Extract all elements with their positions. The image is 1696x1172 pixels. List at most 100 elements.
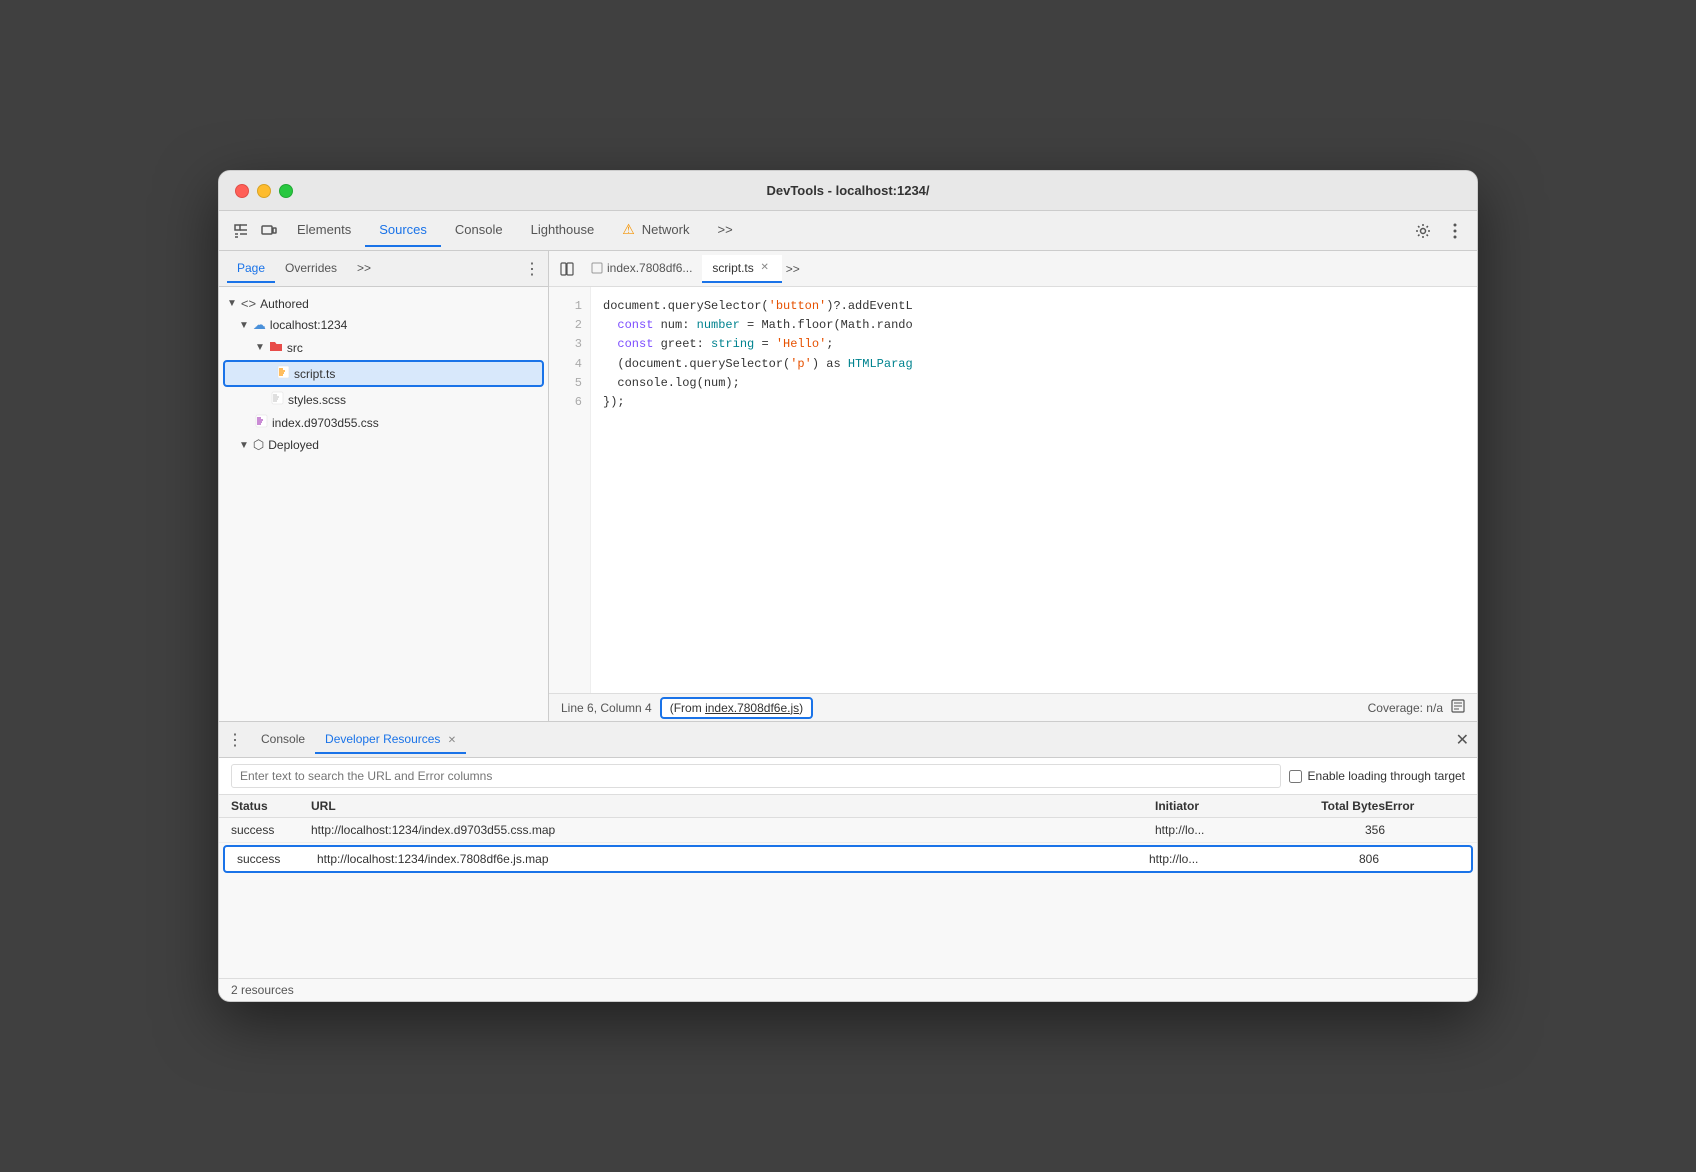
tree-localhost[interactable]: ▼ ☁ localhost:1234 [219,314,548,336]
tree-script-ts[interactable]: script.ts [223,360,544,387]
tree-styles-scss[interactable]: styles.scss [219,388,548,411]
table-row-js[interactable]: success http://localhost:1234/index.7808… [223,845,1473,873]
file-tree: ▼ <> Authored ▼ ☁ localhost:1234 ▼ src [219,287,548,721]
tree-authored-group[interactable]: ▼ <> Authored [219,293,548,314]
tree-icon-deployed: ⬡ [253,437,264,453]
editor-tab-script-label: script.ts [712,261,753,275]
bottom-panel-menu[interactable]: ⋮ [227,730,243,750]
maximize-button[interactable] [279,184,293,198]
tab-sources[interactable]: Sources [365,214,441,247]
status-right: Coverage: n/a [1368,699,1465,716]
tree-icon-authored: <> [241,296,256,311]
code-line-4: (document.querySelector('p') as HTMLPara… [603,355,1465,374]
tab-elements[interactable]: Elements [283,214,365,247]
row2-error [1379,852,1459,866]
sidebar-tab-more[interactable]: >> [347,255,381,283]
tree-deployed-group[interactable]: ▼ ⬡ Deployed [219,434,548,456]
editor-tab-index-label: index.7808df6... [607,261,692,275]
tree-label-src: src [287,341,303,355]
devtools-tab-bar: Elements Sources Console Lighthouse ⚠ Ne… [219,211,1477,251]
tree-arrow-src: ▼ [255,342,265,353]
source-map-link[interactable]: index.7808df6e.js [705,701,799,715]
code-line-2: const num: number = Math.floor(Math.rand… [603,316,1465,335]
tree-icon-script-ts [277,365,290,382]
close-bottom-panel[interactable]: ✕ [1456,730,1469,750]
editor-tabs-more[interactable]: >> [786,262,800,276]
editor-tab-script-close[interactable]: ✕ [758,261,772,275]
row2-initiator: http://lo... [1149,852,1269,866]
tree-label-index-css: index.d9703d55.css [272,416,379,430]
tree-index-css[interactable]: index.d9703d55.css [219,411,548,434]
tree-label-authored: Authored [260,297,309,311]
tree-arrow-deployed: ▼ [239,440,249,451]
line-numbers: 1 2 3 4 5 6 [549,287,591,693]
devtools-menu-button[interactable] [1441,217,1469,245]
col-error: Error [1385,799,1465,813]
tab-console[interactable]: Console [441,214,517,247]
device-toolbar-button[interactable] [255,217,283,245]
sidebar-tab-page[interactable]: Page [227,255,275,283]
main-content: Page Overrides >> ⋮ ▼ <> Authored [219,251,1477,721]
source-map-label: (From [670,701,705,715]
window-title: DevTools - localhost:1234/ [766,183,929,198]
tree-icon-index-css [255,414,268,431]
close-button[interactable] [235,184,249,198]
editor-tab-bar: index.7808df6... script.ts ✕ >> [549,251,1477,287]
editor-tab-script[interactable]: script.ts ✕ [702,255,781,283]
coverage-label: Coverage: n/a [1368,701,1443,715]
row2-status: success [237,852,317,866]
row2-bytes: 806 [1269,852,1379,866]
tree-arrow-authored: ▼ [227,298,237,309]
sidebar-toggle-button[interactable] [553,255,581,283]
code-area: 1 2 3 4 5 6 document.querySelector('butt… [549,287,1477,693]
code-line-3: const greet: string = 'Hello'; [603,335,1465,354]
row1-error [1385,823,1465,837]
tree-arrow-localhost: ▼ [239,320,249,331]
col-initiator: Initiator [1155,799,1275,813]
inspect-tool-button[interactable] [227,217,255,245]
tree-icon-cloud: ☁ [253,317,266,333]
tree-label-localhost: localhost:1234 [270,318,347,332]
editor-panel: index.7808df6... script.ts ✕ >> 1 2 3 4 … [549,251,1477,721]
settings-button[interactable] [1409,217,1437,245]
code-line-6: }); [603,393,1465,412]
coverage-icon[interactable] [1451,699,1465,716]
col-url: URL [311,799,1155,813]
code-line-1: document.querySelector('button')?.addEve… [603,297,1465,316]
enable-loading-checkbox[interactable] [1289,770,1302,783]
devtools-window: DevTools - localhost:1234/ Elements Sour… [218,170,1478,1002]
tab-more[interactable]: >> [703,214,746,247]
tree-icon-styles-scss [271,391,284,408]
minimize-button[interactable] [257,184,271,198]
bottom-panel: ⋮ Console Developer Resources ✕ ✕ Enable… [219,721,1477,1001]
dev-resources-tab-close[interactable]: ✕ [448,735,456,746]
titlebar: DevTools - localhost:1234/ [219,171,1477,211]
sidebar: Page Overrides >> ⋮ ▼ <> Authored [219,251,549,721]
cursor-position: Line 6, Column 4 [561,701,652,715]
warning-icon: ⚠ [622,221,635,238]
source-map-end: ) [799,701,803,715]
devtools-right-icons [1409,217,1469,245]
table-row-css[interactable]: success http://localhost:1234/index.d970… [219,818,1477,843]
tab-network[interactable]: ⚠ Network [608,213,703,248]
code-line-5: console.log(num); [603,374,1465,393]
sidebar-tab-overrides[interactable]: Overrides [275,255,347,283]
bottom-tab-bar: ⋮ Console Developer Resources ✕ ✕ [219,722,1477,758]
table-header: Status URL Initiator Total Bytes Error [219,795,1477,818]
editor-tab-index[interactable]: index.7808df6... [581,255,702,283]
bottom-tab-dev-resources[interactable]: Developer Resources ✕ [315,726,466,754]
code-content: document.querySelector('button')?.addEve… [591,287,1477,693]
sidebar-menu-button[interactable]: ⋮ [524,259,540,279]
row1-initiator: http://lo... [1155,823,1275,837]
tree-src-folder[interactable]: ▼ src [219,336,548,359]
resources-footer: 2 resources [219,978,1477,1001]
row1-url: http://localhost:1234/index.d9703d55.css… [311,823,1155,837]
search-bar: Enable loading through target [219,758,1477,795]
bottom-tab-console[interactable]: Console [251,726,315,754]
search-input[interactable] [231,764,1281,788]
row1-bytes: 356 [1275,823,1385,837]
tree-label-styles-scss: styles.scss [288,393,346,407]
col-status: Status [231,799,311,813]
enable-loading-label: Enable loading through target [1289,769,1465,783]
tab-lighthouse[interactable]: Lighthouse [517,214,609,247]
